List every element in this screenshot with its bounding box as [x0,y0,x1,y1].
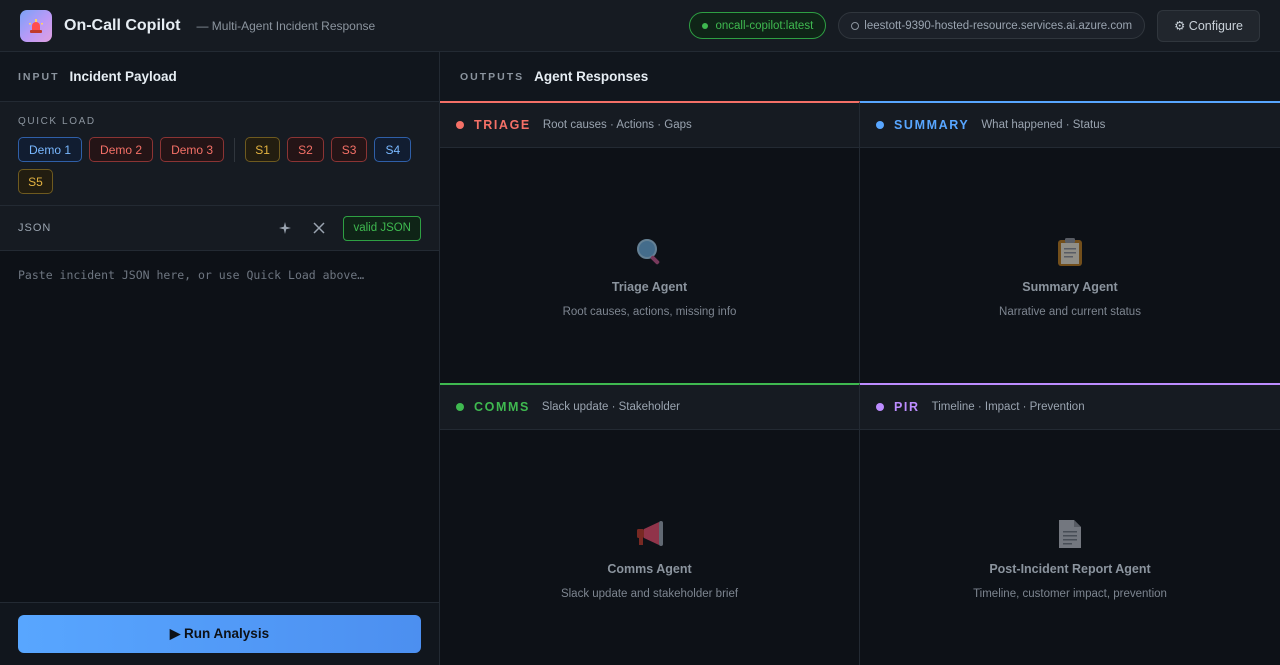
quick-load-section: QUICK LOAD Demo 1 Demo 2 Demo 3 S1 S2 S3… [0,102,439,206]
image-tag-badge: oncall-copilot:latest [689,12,827,39]
scenario-s1-button[interactable]: S1 [245,137,281,162]
run-analysis-button[interactable]: ▶ Run Analysis [18,615,421,653]
image-tag-label: oncall-copilot:latest [715,19,814,32]
json-toolbar: JSON valid JSON [0,206,439,251]
quick-load-label: QUICK LOAD [18,116,96,127]
triage-card: TRIAGE Root causes · Actions · Gaps Tria… [440,101,860,383]
agent-grid: TRIAGE Root causes · Actions · Gaps Tria… [440,101,1280,665]
magnifier-icon [634,236,666,268]
endpoint-label: leestott-9390-hosted-resource.services.a… [864,19,1133,32]
run-footer: ▶ Run Analysis [0,602,439,665]
status-dot-icon [702,22,709,29]
triage-name: TRIAGE [474,118,531,132]
app-title: On-Call Copilot [64,16,181,34]
summary-desc: What happened · Status [981,119,1106,131]
app-subtitle: — Multi-Agent Incident Response [196,18,376,33]
clipboard-icon [1054,236,1086,268]
outputs-panel: OUTPUTS Agent Responses TRIAGE Root caus… [440,52,1280,665]
triage-sub: Root causes, actions, missing info [562,306,737,318]
pir-name: PIR [894,400,920,414]
pir-dot-icon [876,403,884,411]
demo-2-button[interactable]: Demo 2 [89,137,154,162]
triage-dot-icon [456,121,464,129]
comms-title: Comms Agent [607,562,692,576]
input-title: Incident Payload [69,69,177,84]
input-header: INPUT Incident Payload [0,52,439,102]
quick-load-divider [234,137,236,162]
triage-title: Triage Agent [611,280,688,294]
incident-json-input[interactable] [0,252,439,602]
format-sparkle-icon[interactable] [275,218,295,238]
clear-close-icon[interactable] [309,218,329,238]
demo-1-button[interactable]: Demo 1 [18,137,83,162]
pir-sub: Timeline, customer impact, prevention [973,588,1167,600]
scenario-s4-button[interactable]: S4 [374,137,412,162]
summary-sub: Narrative and current status [999,306,1141,318]
triage-desc: Root causes · Actions · Gaps [542,119,692,131]
pir-card: PIR Timeline · Impact · Prevention Post-… [860,383,1280,665]
demo-3-button[interactable]: Demo 3 [160,137,225,162]
endpoint-ring-icon [851,21,860,30]
app-header: On-Call Copilot — Multi-Agent Incident R… [0,0,1280,52]
outputs-kicker: OUTPUTS [460,70,525,83]
megaphone-icon [634,518,666,550]
pir-desc: Timeline · Impact · Prevention [931,401,1085,413]
scenario-s3-button[interactable]: S3 [330,137,368,162]
endpoint-badge: leestott-9390-hosted-resource.services.a… [838,12,1146,39]
comms-card: COMMS Slack update · Stakeholder Comms A… [440,383,860,665]
input-kicker: INPUT [18,70,60,83]
scenario-s2-button[interactable]: S2 [287,137,324,162]
json-label: JSON [18,222,52,234]
outputs-header: OUTPUTS Agent Responses [440,52,1280,102]
summary-card: SUMMARY What happened · Status Summary A… [860,101,1280,383]
summary-dot-icon [876,121,884,129]
comms-dot-icon [456,403,464,411]
outputs-title: Agent Responses [534,69,649,84]
scenario-s5-button[interactable]: S5 [18,169,53,194]
comms-name: COMMS [474,400,530,414]
comms-desc: Slack update · Stakeholder [541,401,681,413]
configure-button[interactable]: ⚙ Configure [1157,9,1260,42]
input-panel: INPUT Incident Payload QUICK LOAD Demo 1… [0,52,440,665]
summary-name: SUMMARY [894,118,970,132]
json-valid-badge: valid JSON [343,215,421,241]
pir-title: Post-Incident Report Agent [989,562,1151,576]
siren-logo-icon [20,9,52,42]
summary-title: Summary Agent [1022,280,1118,294]
comms-sub: Slack update and stakeholder brief [560,588,739,600]
document-icon [1054,518,1086,550]
